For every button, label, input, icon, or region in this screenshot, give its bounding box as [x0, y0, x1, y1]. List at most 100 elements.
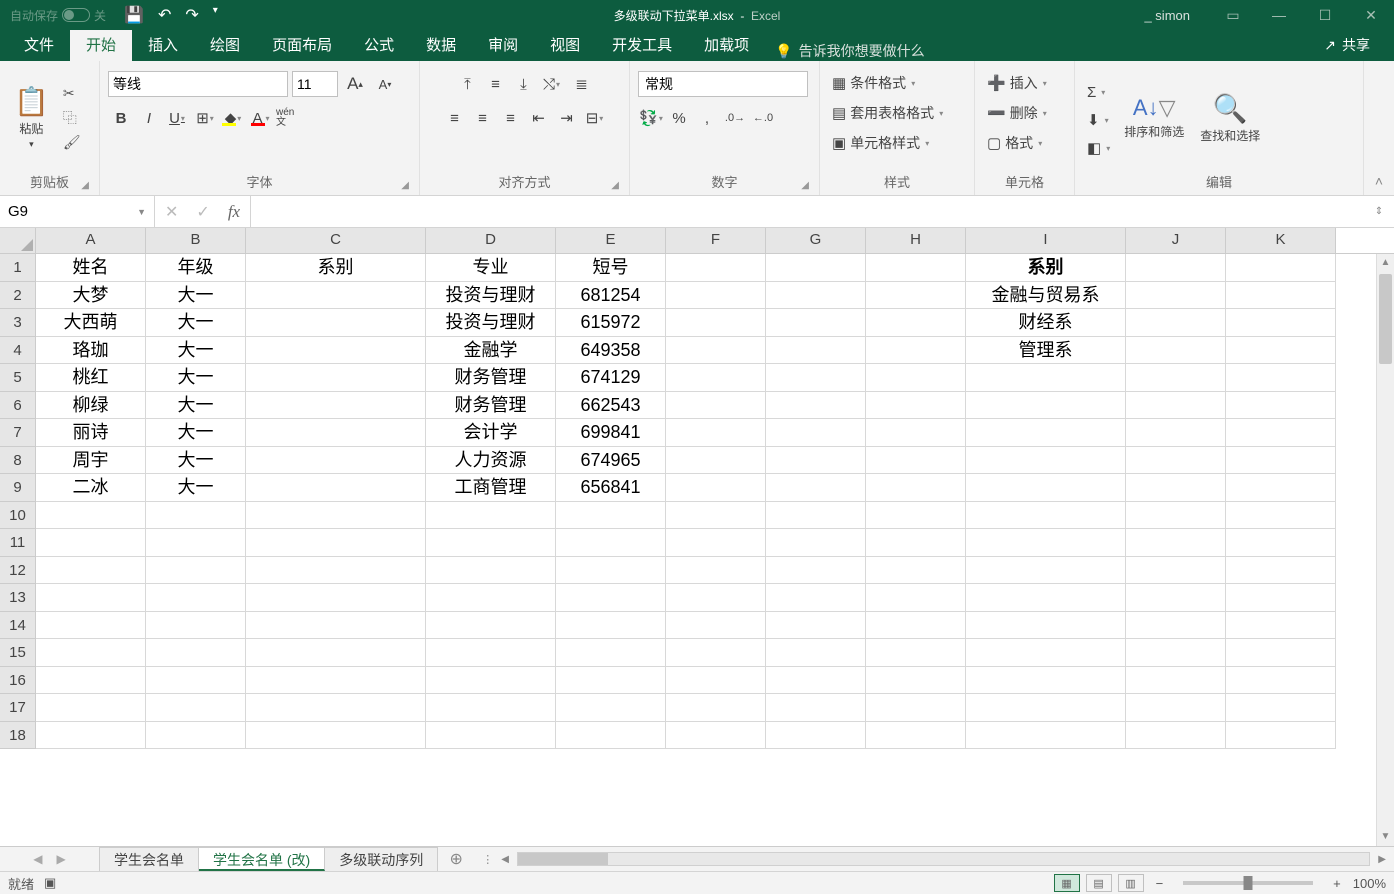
cell[interactable]	[1126, 694, 1226, 722]
align-center-button[interactable]: ≡	[470, 105, 496, 131]
cell[interactable]: 大一	[146, 309, 246, 337]
cell[interactable]: 金融学	[426, 337, 556, 365]
cell[interactable]: 财经系	[966, 309, 1126, 337]
cell[interactable]	[1126, 309, 1226, 337]
cell[interactable]	[556, 667, 666, 695]
cell[interactable]	[866, 419, 966, 447]
font-size-select[interactable]	[292, 71, 338, 97]
launcher-icon[interactable]: ◢	[611, 180, 619, 191]
cell[interactable]: 丽诗	[36, 419, 146, 447]
cell[interactable]: 大一	[146, 447, 246, 475]
column-header[interactable]: F	[666, 228, 766, 253]
tab-draw[interactable]: 绘图	[194, 28, 256, 61]
cell[interactable]: 会计学	[426, 419, 556, 447]
vertical-scrollbar[interactable]: ▲ ▼	[1376, 254, 1394, 846]
cell[interactable]	[1226, 364, 1336, 392]
cell[interactable]	[966, 447, 1126, 475]
cell[interactable]	[766, 502, 866, 530]
column-header[interactable]: E	[556, 228, 666, 253]
cell[interactable]	[426, 529, 556, 557]
cell[interactable]	[766, 447, 866, 475]
collapse-ribbon-button[interactable]: ˄	[1364, 61, 1394, 195]
increase-font-icon[interactable]: A▴	[342, 71, 368, 97]
cell[interactable]	[1226, 309, 1336, 337]
cell[interactable]	[766, 392, 866, 420]
zoom-level[interactable]: 100%	[1353, 876, 1386, 891]
cell[interactable]: 年级	[146, 254, 246, 282]
cell[interactable]	[1226, 612, 1336, 640]
cell[interactable]: 珞珈	[36, 337, 146, 365]
cell[interactable]	[1226, 447, 1336, 475]
cell[interactable]	[666, 722, 766, 750]
cell[interactable]	[666, 392, 766, 420]
clear-button[interactable]: ◧▾	[1083, 137, 1114, 159]
orientation-button[interactable]: ⤭▾	[539, 71, 565, 97]
cell[interactable]	[766, 474, 866, 502]
cell[interactable]	[866, 557, 966, 585]
zoom-slider[interactable]	[1183, 881, 1313, 885]
tab-review[interactable]: 审阅	[472, 28, 534, 61]
cell[interactable]	[666, 474, 766, 502]
cell[interactable]	[1126, 667, 1226, 695]
maximize-icon[interactable]: ☐	[1302, 0, 1348, 30]
row-header[interactable]: 14	[0, 612, 36, 640]
underline-button[interactable]: U▾	[164, 105, 190, 131]
comma-button[interactable]: ,	[694, 105, 720, 131]
cell[interactable]	[666, 584, 766, 612]
hscroll-thumb[interactable]	[518, 853, 608, 865]
cell[interactable]	[426, 502, 556, 530]
cell[interactable]	[1126, 584, 1226, 612]
sheet-tab[interactable]: 学生会名单	[100, 847, 199, 871]
cell[interactable]	[766, 282, 866, 310]
scroll-left-icon[interactable]: ◀	[497, 854, 513, 865]
cell[interactable]	[1226, 694, 1336, 722]
format-painter-button[interactable]: 🖌	[59, 132, 85, 153]
formula-input[interactable]	[251, 196, 1364, 227]
qat-dropdown-icon[interactable]: ▾	[213, 5, 218, 25]
minimize-icon[interactable]: —	[1256, 0, 1302, 30]
cell[interactable]: 金融与贸易系	[966, 282, 1126, 310]
share-button[interactable]: ↗共享	[1308, 29, 1386, 61]
cell[interactable]	[146, 529, 246, 557]
cell[interactable]	[966, 639, 1126, 667]
align-left-button[interactable]: ≡	[442, 105, 468, 131]
cell[interactable]	[1226, 502, 1336, 530]
cell[interactable]	[246, 392, 426, 420]
cell[interactable]	[766, 309, 866, 337]
normal-view-button[interactable]: ▦	[1054, 874, 1080, 892]
row-header[interactable]: 8	[0, 447, 36, 475]
cell[interactable]	[246, 474, 426, 502]
cell[interactable]	[766, 667, 866, 695]
save-icon[interactable]: 💾	[124, 5, 144, 25]
cell[interactable]	[1126, 392, 1226, 420]
cell[interactable]	[1126, 529, 1226, 557]
macro-record-icon[interactable]: ▣	[44, 875, 56, 891]
cell[interactable]	[246, 694, 426, 722]
cell[interactable]	[966, 392, 1126, 420]
row-header[interactable]: 16	[0, 667, 36, 695]
cell[interactable]	[866, 502, 966, 530]
cell[interactable]	[1226, 667, 1336, 695]
cell[interactable]	[36, 667, 146, 695]
tab-data[interactable]: 数据	[410, 28, 472, 61]
undo-icon[interactable]: ↶	[158, 5, 171, 25]
cell[interactable]: 681254	[556, 282, 666, 310]
cell[interactable]	[866, 337, 966, 365]
cell[interactable]: 工商管理	[426, 474, 556, 502]
cell[interactable]	[766, 557, 866, 585]
cell[interactable]	[666, 447, 766, 475]
cell[interactable]	[966, 584, 1126, 612]
page-layout-view-button[interactable]: ▤	[1086, 874, 1112, 892]
cell[interactable]: 大一	[146, 364, 246, 392]
cell[interactable]	[666, 529, 766, 557]
cell[interactable]: 投资与理财	[426, 282, 556, 310]
cell[interactable]	[1126, 447, 1226, 475]
phonetic-button[interactable]: wén 文	[276, 105, 302, 131]
spreadsheet-grid[interactable]: ABCDEFGHIJK 123456789101112131415161718 …	[0, 228, 1394, 846]
italic-button[interactable]: I	[136, 105, 162, 131]
cell[interactable]	[766, 584, 866, 612]
format-cells-button[interactable]: ▢格式▾	[983, 131, 1046, 155]
zoom-out-button[interactable]: −	[1150, 876, 1170, 891]
tab-insert[interactable]: 插入	[132, 28, 194, 61]
cell[interactable]	[666, 282, 766, 310]
